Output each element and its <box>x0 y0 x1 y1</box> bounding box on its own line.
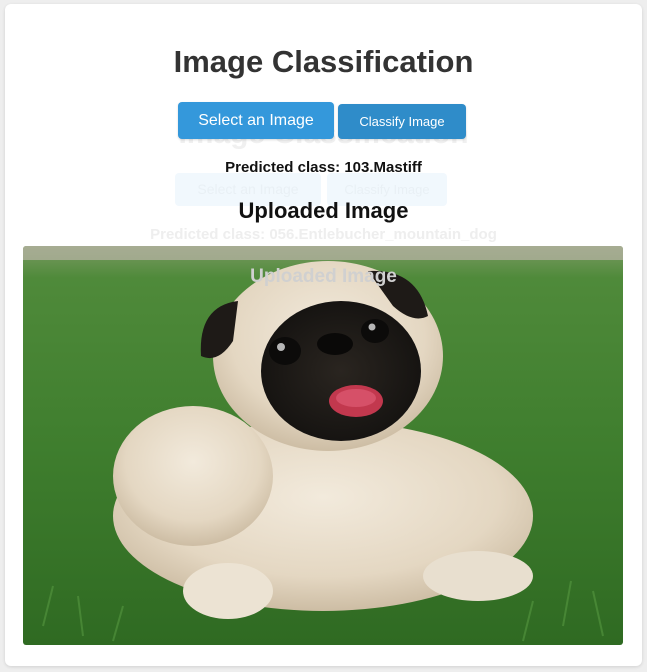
classify-image-button[interactable]: Classify Image <box>338 104 466 139</box>
main-card: Image Classification Select an Image Cla… <box>5 4 642 666</box>
select-image-button[interactable]: Select an Image <box>178 102 334 139</box>
page-title: Image Classification <box>173 44 474 79</box>
uploaded-image <box>23 246 623 645</box>
pug-photo <box>23 246 623 645</box>
uploaded-image-heading: Uploaded Image <box>238 198 409 223</box>
ghost-predicted-text: Predicted class: 056.Entlebucher_mountai… <box>150 226 497 243</box>
predicted-class-text: Predicted class: 103.Mastiff <box>225 159 422 176</box>
